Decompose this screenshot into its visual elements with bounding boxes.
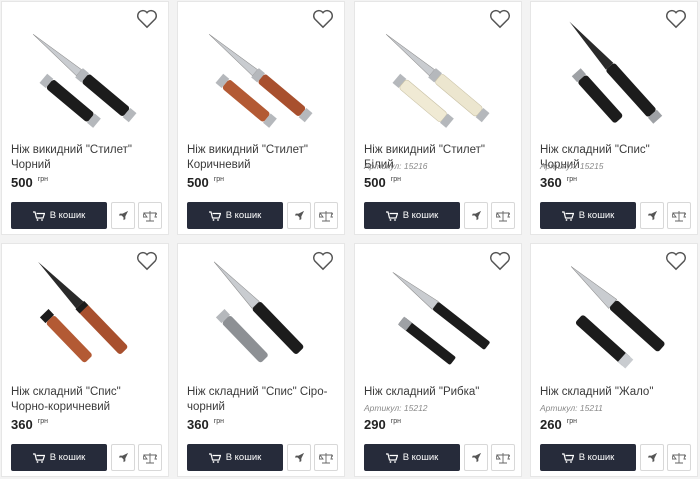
compare-button[interactable] xyxy=(314,202,338,229)
cart-icon xyxy=(385,452,398,463)
cart-button-label: В кошик xyxy=(402,452,439,463)
rocket-icon xyxy=(647,452,657,463)
product-card[interactable]: Ніж складний "Спис" Сіро-чорний 360 грн В… xyxy=(177,243,345,477)
product-price: 360 грн xyxy=(11,417,49,432)
heart-icon[interactable] xyxy=(489,251,511,271)
quick-buy-button[interactable] xyxy=(111,202,135,229)
rocket-icon xyxy=(294,210,304,221)
product-card[interactable]: Ніж складний "Жало" Артикул: 15211 260 гр… xyxy=(530,243,698,477)
cart-button-label: В кошик xyxy=(49,452,86,463)
product-card[interactable]: Ніж викидний "Стилет" Білий Артикул: 152… xyxy=(354,1,522,235)
cart-icon xyxy=(208,210,221,221)
quick-buy-button[interactable] xyxy=(464,444,488,471)
rocket-icon xyxy=(294,452,304,463)
product-sku: Артикул: 15212 xyxy=(364,403,428,413)
product-sku: Артикул: 15215 xyxy=(540,161,604,171)
product-grid: Ніж викидний "Стилет" Чорний 500 грн В ко… xyxy=(0,0,700,479)
cart-button-label: В кошик xyxy=(578,452,615,463)
cart-icon xyxy=(561,210,574,221)
compare-button[interactable] xyxy=(138,202,162,229)
scales-icon xyxy=(319,452,333,463)
cart-button-label: В кошик xyxy=(225,452,262,463)
add-to-cart-button[interactable]: В кошик xyxy=(364,202,460,229)
product-card[interactable]: Ніж викидний "Стилет" Коричневий 500 грн … xyxy=(177,1,345,235)
add-to-cart-button[interactable]: В кошик xyxy=(540,444,636,471)
heart-icon[interactable] xyxy=(665,251,687,271)
quick-buy-button[interactable] xyxy=(287,444,311,471)
currency-label: грн xyxy=(566,418,578,425)
cart-icon xyxy=(208,452,221,463)
product-title[interactable]: Ніж викидний "Стилет" Чорний xyxy=(11,143,160,173)
quick-buy-button[interactable] xyxy=(111,444,135,471)
add-to-cart-button[interactable]: В кошик xyxy=(364,444,460,471)
compare-button[interactable] xyxy=(667,444,691,471)
currency-label: грн xyxy=(390,176,402,183)
quick-buy-button[interactable] xyxy=(287,202,311,229)
currency-label: грн xyxy=(213,176,225,183)
scales-icon xyxy=(496,210,510,221)
compare-button[interactable] xyxy=(314,444,338,471)
add-to-cart-button[interactable]: В кошик xyxy=(11,202,107,229)
add-to-cart-button[interactable]: В кошик xyxy=(187,202,283,229)
product-card[interactable]: Ніж складний "Спис" Чорно-коричневий 360… xyxy=(1,243,169,477)
cart-icon xyxy=(385,210,398,221)
heart-icon[interactable] xyxy=(136,251,158,271)
product-price: 360 грн xyxy=(187,417,225,432)
scales-icon xyxy=(319,210,333,221)
product-price: 500 грн xyxy=(364,175,402,190)
product-price: 500 грн xyxy=(187,175,225,190)
product-title[interactable]: Ніж викидний "Стилет" Коричневий xyxy=(187,143,336,173)
scales-icon xyxy=(496,452,510,463)
cart-icon xyxy=(32,452,45,463)
rocket-icon xyxy=(471,452,481,463)
product-title[interactable]: Ніж складний "Спис" Сіро-чорний xyxy=(187,385,336,415)
product-title[interactable]: Ніж складний "Спис" Чорно-коричневий xyxy=(11,385,160,415)
heart-icon[interactable] xyxy=(136,9,158,29)
heart-icon[interactable] xyxy=(665,9,687,29)
product-card[interactable]: Ніж складний "Спис" Чорний Артикул: 1521… xyxy=(530,1,698,235)
rocket-icon xyxy=(118,452,128,463)
product-title[interactable]: Ніж складний "Жало" xyxy=(540,385,689,400)
currency-label: грн xyxy=(566,176,578,183)
product-price: 500 грн xyxy=(11,175,49,190)
product-sku: Артикул: 15211 xyxy=(540,403,603,413)
rocket-icon xyxy=(647,210,657,221)
product-price: 360 грн xyxy=(540,175,578,190)
cart-button-label: В кошик xyxy=(578,210,615,221)
currency-label: грн xyxy=(213,418,225,425)
product-price: 290 грн xyxy=(364,417,402,432)
cart-button-label: В кошик xyxy=(225,210,262,221)
add-to-cart-button[interactable]: В кошик xyxy=(540,202,636,229)
heart-icon[interactable] xyxy=(489,9,511,29)
quick-buy-button[interactable] xyxy=(640,202,664,229)
cart-button-label: В кошик xyxy=(402,210,439,221)
quick-buy-button[interactable] xyxy=(640,444,664,471)
product-sku: Артикул: 15216 xyxy=(364,161,428,171)
rocket-icon xyxy=(118,210,128,221)
rocket-icon xyxy=(471,210,481,221)
scales-icon xyxy=(672,452,686,463)
compare-button[interactable] xyxy=(667,202,691,229)
scales-icon xyxy=(143,210,157,221)
compare-button[interactable] xyxy=(491,444,515,471)
product-card[interactable]: Ніж складний "Рибка" Артикул: 15212 290 г… xyxy=(354,243,522,477)
currency-label: грн xyxy=(37,418,49,425)
heart-icon[interactable] xyxy=(312,251,334,271)
compare-button[interactable] xyxy=(491,202,515,229)
add-to-cart-button[interactable]: В кошик xyxy=(187,444,283,471)
product-card[interactable]: Ніж викидний "Стилет" Чорний 500 грн В ко… xyxy=(1,1,169,235)
currency-label: грн xyxy=(37,176,49,183)
cart-icon xyxy=(561,452,574,463)
cart-button-label: В кошик xyxy=(49,210,86,221)
scales-icon xyxy=(672,210,686,221)
compare-button[interactable] xyxy=(138,444,162,471)
cart-icon xyxy=(32,210,45,221)
scales-icon xyxy=(143,452,157,463)
add-to-cart-button[interactable]: В кошик xyxy=(11,444,107,471)
quick-buy-button[interactable] xyxy=(464,202,488,229)
heart-icon[interactable] xyxy=(312,9,334,29)
currency-label: грн xyxy=(390,418,402,425)
product-price: 260 грн xyxy=(540,417,578,432)
product-title[interactable]: Ніж складний "Рибка" xyxy=(364,385,513,400)
